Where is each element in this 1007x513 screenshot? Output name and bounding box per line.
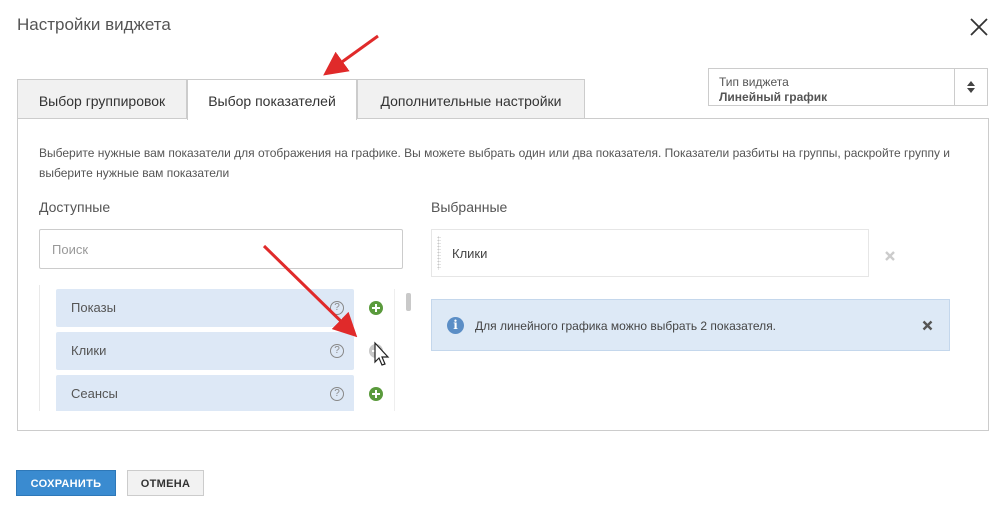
remove-selected-button[interactable] [884, 249, 896, 261]
widget-type-label: Тип виджета [719, 75, 789, 89]
drag-handle-icon[interactable] [437, 236, 441, 270]
annotation-arrow [323, 34, 379, 76]
panel-description: Выберите нужные вам показатели для отобр… [39, 146, 951, 180]
widget-type-arrows[interactable] [954, 69, 987, 105]
page-title: Настройки виджета [17, 15, 171, 34]
add-icon[interactable] [369, 344, 383, 358]
search-input[interactable] [39, 229, 403, 269]
scrollbar-thumb[interactable] [406, 293, 411, 311]
widget-type-value: Линейный график [719, 90, 828, 104]
selected-heading: Выбранные [431, 199, 508, 215]
info-close-button[interactable] [922, 320, 933, 331]
list-item[interactable]: Клики ? [56, 332, 354, 370]
add-icon[interactable] [369, 387, 383, 401]
close-dialog-button[interactable] [968, 16, 990, 38]
widget-type-select[interactable]: Тип виджета Линейный график [708, 68, 988, 106]
help-icon[interactable]: ? [330, 301, 344, 315]
list-item-label: Клики [71, 343, 107, 358]
help-icon[interactable]: ? [330, 387, 344, 401]
updown-arrows-icon [967, 81, 975, 93]
list-item-label: Сеансы [71, 386, 118, 401]
info-text: Для линейного графика можно выбрать 2 по… [475, 319, 777, 333]
list-item-label: Показы [71, 300, 116, 315]
close-x-icon [970, 18, 988, 36]
help-icon[interactable]: ? [330, 344, 344, 358]
available-heading: Доступные [39, 199, 111, 215]
close-x-icon [922, 320, 933, 331]
info-alert: i Для линейного графика можно выбрать 2 … [431, 299, 950, 351]
list-item[interactable]: Показы ? [56, 289, 354, 327]
add-icon[interactable] [369, 301, 383, 315]
list-divider [394, 289, 395, 411]
list-item[interactable]: Сеансы ? [56, 375, 354, 411]
remove-x-icon [885, 251, 895, 261]
save-button[interactable]: СОХРАНИТЬ [16, 470, 116, 496]
tab-indicators[interactable]: Выбор показателей [187, 79, 357, 120]
selected-item-label: Клики [452, 246, 488, 261]
available-list[interactable]: Показы ? Клики ? Сеансы ? [39, 285, 397, 411]
selected-item[interactable]: Клики [431, 229, 869, 277]
tab-groupings[interactable]: Выбор группировок [17, 79, 187, 119]
cancel-button[interactable]: ОТМЕНА [127, 470, 204, 496]
tab-additional-settings[interactable]: Дополнительные настройки [357, 79, 585, 119]
tab-panel: Выберите нужные вам показатели для отобр… [17, 118, 989, 431]
info-icon: i [447, 317, 464, 334]
